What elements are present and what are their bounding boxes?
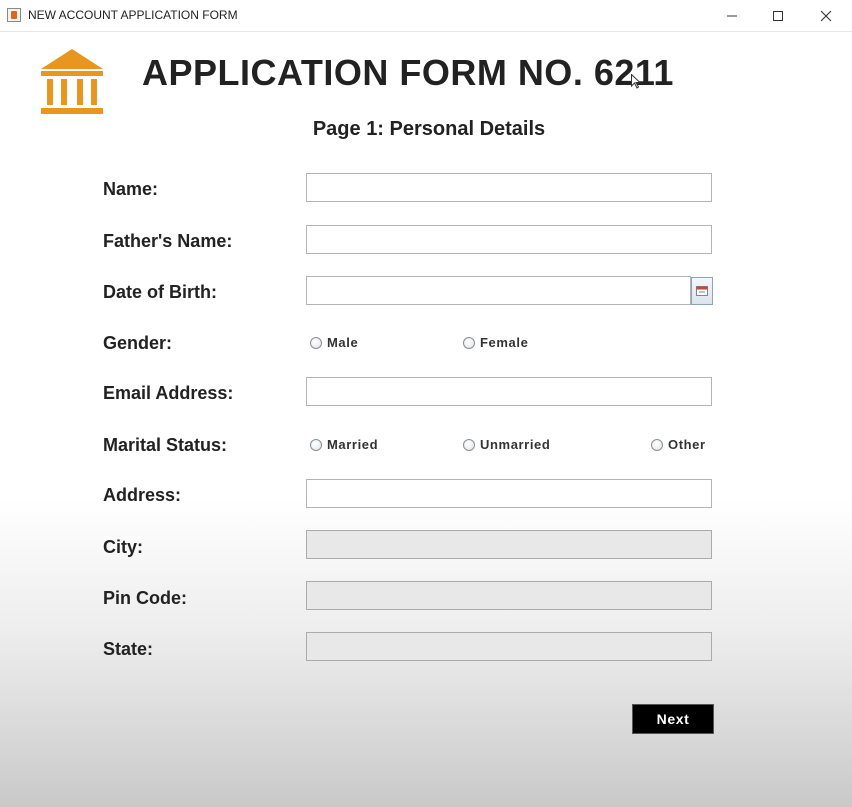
calendar-button[interactable] bbox=[691, 277, 713, 305]
father-name-input[interactable] bbox=[306, 225, 712, 254]
gender-female-radio[interactable]: Female bbox=[463, 335, 528, 350]
next-button[interactable]: Next bbox=[632, 704, 714, 734]
email-input[interactable] bbox=[306, 377, 712, 406]
marital-other-label: Other bbox=[668, 437, 706, 452]
gender-label: Gender: bbox=[103, 333, 173, 353]
radio-circle-icon bbox=[463, 336, 475, 349]
bank-building-icon bbox=[41, 49, 103, 114]
form-title: APPLICATION FORM NO. 6211 bbox=[142, 52, 674, 93]
pin-code-label: Pin Code: bbox=[103, 588, 187, 608]
minimize-icon bbox=[727, 15, 737, 16]
calendar-icon bbox=[696, 286, 708, 296]
city-input[interactable] bbox=[306, 530, 712, 559]
marital-other-radio[interactable]: Other bbox=[651, 437, 706, 452]
address-input[interactable] bbox=[306, 479, 712, 508]
page-subtitle: Page 1: Personal Details bbox=[312, 118, 546, 140]
father-name-label: Father's Name: bbox=[103, 231, 233, 251]
radio-circle-icon bbox=[463, 438, 475, 451]
radio-circle-icon bbox=[310, 438, 322, 451]
gender-male-radio[interactable]: Male bbox=[310, 335, 358, 350]
marital-unmarried-label: Unmarried bbox=[480, 437, 551, 452]
gender-female-label: Female bbox=[480, 335, 529, 350]
address-label: Address: bbox=[103, 485, 182, 505]
email-label: Email Address: bbox=[103, 383, 234, 403]
marital-status-label: Marital Status: bbox=[103, 435, 228, 455]
maximize-button[interactable] bbox=[755, 0, 801, 31]
name-label: Name: bbox=[103, 179, 159, 199]
window-titlebar[interactable]: NEW ACCOUNT APPLICATION FORM bbox=[0, 0, 852, 32]
window-title: NEW ACCOUNT APPLICATION FORM bbox=[28, 8, 238, 22]
radio-circle-icon bbox=[651, 438, 663, 451]
close-icon bbox=[820, 10, 832, 21]
state-input[interactable] bbox=[306, 632, 712, 661]
mouse-cursor-icon bbox=[631, 74, 641, 89]
minimize-button[interactable] bbox=[709, 0, 755, 31]
pin-code-input[interactable] bbox=[306, 581, 712, 610]
state-label: State: bbox=[103, 639, 154, 659]
maximize-icon bbox=[773, 10, 783, 21]
java-app-icon bbox=[7, 8, 21, 22]
marital-married-radio[interactable]: Married bbox=[310, 437, 378, 452]
dob-label: Date of Birth: bbox=[103, 282, 217, 302]
name-input[interactable] bbox=[306, 173, 712, 202]
marital-married-label: Married bbox=[327, 437, 379, 452]
dob-input[interactable] bbox=[306, 276, 691, 305]
marital-unmarried-radio[interactable]: Unmarried bbox=[463, 437, 550, 452]
city-label: City: bbox=[103, 537, 143, 557]
radio-circle-icon bbox=[310, 336, 322, 349]
close-button[interactable] bbox=[803, 0, 849, 31]
gender-male-label: Male bbox=[327, 335, 359, 350]
